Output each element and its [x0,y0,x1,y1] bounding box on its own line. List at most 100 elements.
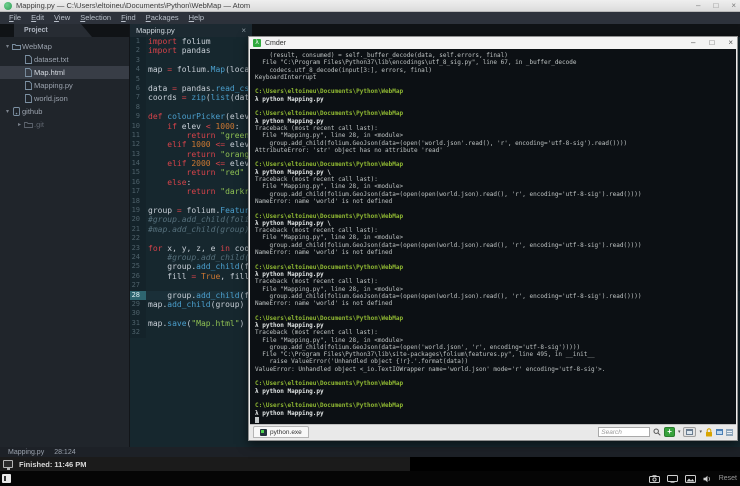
list-icon[interactable] [726,429,733,436]
line-number: 16 [130,178,146,187]
new-console-dropdown-icon[interactable]: ▾ [678,429,681,435]
terminal-line: File "Mapping.py", line 28, in <module> [255,234,736,241]
menu-item-find[interactable]: Find [116,12,141,24]
terminal-line: λ python Mapping.py [255,322,736,329]
cmder-app-icon: λ [253,39,261,47]
file-icon [23,68,34,77]
terminal-line: C:\Users\eltoineu\Documents\Python\WebMa… [255,264,736,271]
terminal-line: C:\Users\eltoineu\Documents\Python\WebMa… [255,380,736,387]
close-button[interactable]: × [731,0,736,12]
line-number: 32 [130,328,146,337]
chevron-right-icon[interactable]: ▸ [16,121,23,128]
maximize-button[interactable]: □ [713,0,718,12]
search-icon[interactable] [653,428,661,436]
terminal-line: group.add_child(folium.GeoJson(data=(ope… [255,242,736,249]
tree-item-label: github [22,107,42,116]
menubar: FileEditViewSelectionFindPackagesHelp [0,12,740,24]
project-tab[interactable]: Project [14,24,92,37]
tree-item-mapping-py[interactable]: Mapping.py [0,79,129,92]
terminal-line: NameError: name 'world' is not defined [255,300,736,307]
window-blue-icon[interactable] [716,429,723,435]
terminal-line [255,417,736,424]
console-switch-button[interactable] [683,427,696,437]
menu-item-file[interactable]: File [4,12,26,24]
line-number: 25 [130,262,146,271]
terminal-output[interactable]: (result, consumed) = self._buffer_decode… [250,49,736,424]
display-icon[interactable] [667,475,678,483]
cmder-window: λ Cmder – □ × (result, consumed) = self.… [248,36,738,441]
menu-item-selection[interactable]: Selection [75,12,116,24]
file-icon [23,81,34,90]
minimize-button[interactable]: – [696,0,700,12]
terminal-line: group.add_child(folium.GeoJson(data=(ope… [255,191,736,198]
cmder-maximize-button[interactable]: □ [709,37,714,49]
line-number: 24 [130,253,146,262]
terminal-line [255,81,736,88]
chevron-down-icon[interactable]: ▾ [4,108,11,115]
tab-mapping-py[interactable]: Mapping.py × [130,24,252,37]
line-number: 27 [130,281,146,290]
statusbar-cursor-position[interactable]: 28:124 [54,449,75,456]
tree-item-map-html[interactable]: Map.html [0,66,129,79]
cmder-titlebar[interactable]: λ Cmder – □ × [249,37,737,49]
terminal-line: raise ValueError('Unhandled object {!r}.… [255,358,736,365]
statusbar-file[interactable]: Mapping.py [8,449,44,456]
lock-icon[interactable] [705,428,713,437]
line-number: 14 [130,159,146,168]
search-input[interactable] [598,427,650,437]
terminal-line [255,373,736,380]
cmder-title: Cmder [265,40,286,47]
monitor-icon [3,460,13,468]
cmder-statusbar: python.exe + ▾ ▾ [250,424,736,439]
line-number: 22 [130,234,146,243]
reset-button[interactable]: Reset [719,475,737,482]
terminal-line: NameError: name 'world' is not defined [255,198,736,205]
terminal-line: File "C:\Program Files\Python37\lib\site… [255,351,736,358]
menu-item-help[interactable]: Help [184,12,209,24]
tree-item-github[interactable]: ▾ github [0,105,129,118]
terminal-line: Traceback (most recent call last): [255,125,736,132]
line-number: 23 [130,244,146,253]
line-number: 3 [130,56,146,65]
menu-item-view[interactable]: View [49,12,75,24]
cmder-close-button[interactable]: × [728,37,733,49]
tree-item-webmap[interactable]: ▾WebMap [0,40,129,53]
line-number: 21 [130,225,146,234]
tree-item--git[interactable]: ▸.git [0,118,129,131]
terminal-line: Traceback (most recent call last): [255,278,736,285]
line-number: 8 [130,103,146,112]
folder-icon [23,121,34,128]
project-panel: Project ▾WebMap dataset.txt Map.html Mappin… [0,24,130,447]
terminal-line: (result, consumed) = self._buffer_decode… [255,52,736,59]
file-icon [23,55,34,64]
camera-icon[interactable] [649,475,660,483]
menu-item-packages[interactable]: Packages [141,12,184,24]
tree-item-world-json[interactable]: world.json [0,92,129,105]
atom-app-icon [4,2,12,10]
console-switch-dropdown-icon[interactable]: ▾ [699,429,702,435]
chevron-down-icon[interactable]: ▾ [4,43,11,50]
terminal-line: Traceback (most recent call last): [255,329,736,336]
terminal-line: λ python Mapping.py [255,388,736,395]
image-icon[interactable] [685,475,696,483]
tree-item-label: dataset.txt [34,55,69,64]
terminal-line: C:\Users\eltoineu\Documents\Python\WebMa… [255,315,736,322]
menu-item-edit[interactable]: Edit [26,12,49,24]
console-tab-python-exe[interactable]: python.exe [253,426,309,438]
recorder-status: Finished: 11:46 PM [19,460,87,469]
project-tabstrip: Project [0,24,129,37]
taskbar-app-icon[interactable] [2,474,11,483]
atom-titlebar: Mapping.py — C:\Users\eltoineu\Documents… [0,0,740,12]
cmder-minimize-button[interactable]: – [691,37,695,49]
line-number: 10 [130,122,146,131]
tree-item-label: Mapping.py [34,81,73,90]
new-console-button[interactable]: + [664,427,675,437]
tab-close-icon[interactable]: × [241,26,246,35]
terminal-line: λ python Mapping.py \ [255,220,736,227]
tree-item-dataset-txt[interactable]: dataset.txt [0,53,129,66]
atom-statusbar: Mapping.py 28:124 [0,447,740,457]
line-number: 19 [130,206,146,215]
volume-icon[interactable] [703,475,712,483]
line-number: 17 [130,187,146,196]
terminal-line: C:\Users\eltoineu\Documents\Python\WebMa… [255,161,736,168]
